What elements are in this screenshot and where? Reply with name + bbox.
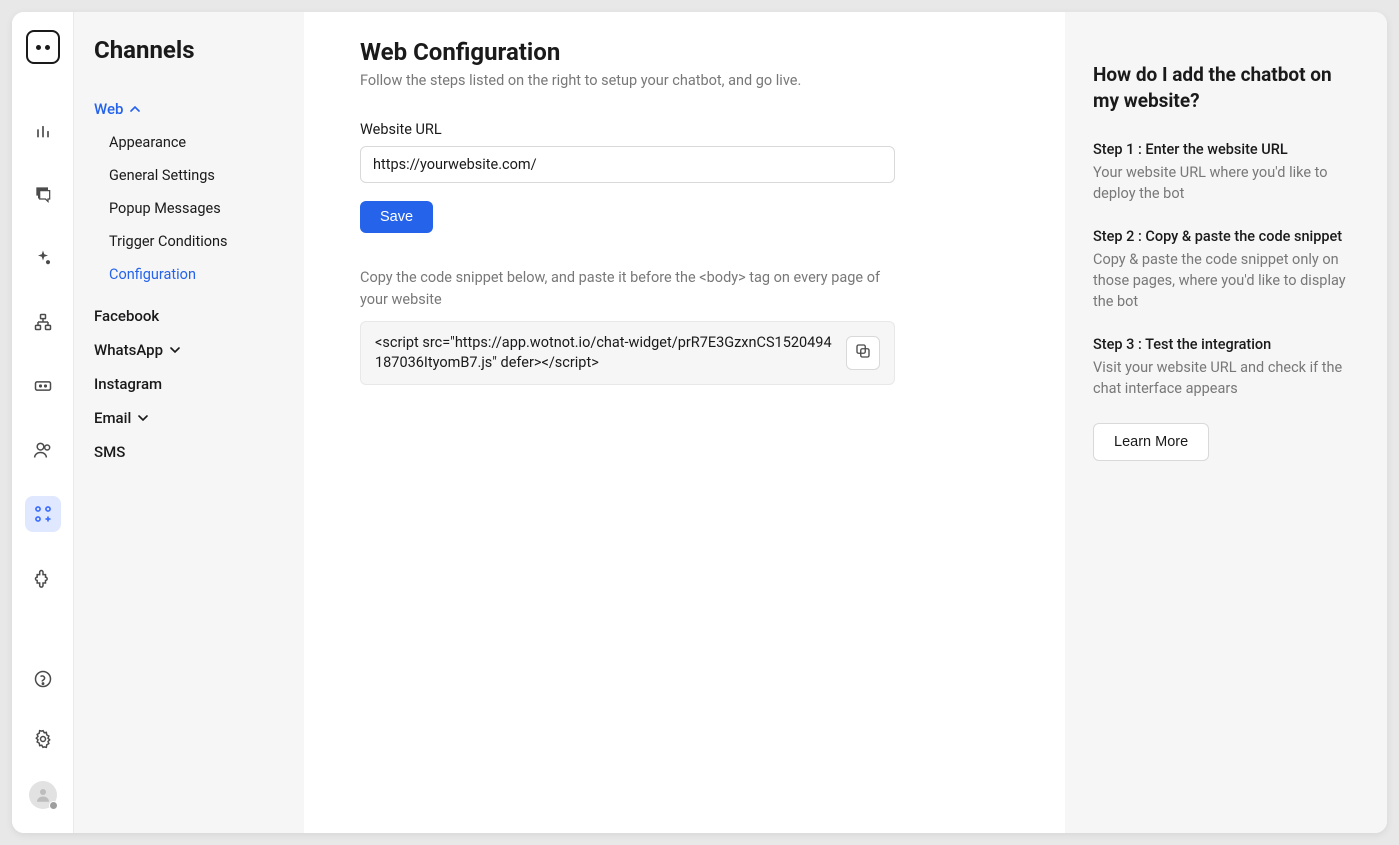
learn-more-button[interactable]: Learn More [1093, 423, 1209, 461]
channel-label: SMS [94, 443, 125, 461]
chevron-down-icon [135, 410, 151, 426]
analytics-icon[interactable] [25, 112, 61, 148]
copy-button[interactable] [846, 336, 880, 370]
channels-sidebar: Channels Web Appearance General Settings… [74, 12, 304, 833]
help-icon[interactable] [25, 661, 61, 697]
user-avatar[interactable] [29, 781, 57, 809]
settings-icon[interactable] [25, 721, 61, 757]
sub-trigger-conditions[interactable]: Trigger Conditions [109, 225, 288, 258]
chevron-down-icon [167, 342, 183, 358]
step-1-desc: Your website URL where you'd like to dep… [1093, 162, 1359, 204]
page-subtitle: Follow the steps listed on the right to … [360, 72, 1009, 89]
sub-appearance[interactable]: Appearance [109, 126, 288, 159]
sparkle-icon[interactable] [25, 240, 61, 276]
web-sub-items: Appearance General Settings Popup Messag… [94, 126, 288, 291]
channel-instagram[interactable]: Instagram [94, 367, 288, 401]
sub-configuration[interactable]: Configuration [109, 258, 288, 291]
puzzle-icon[interactable] [25, 560, 61, 596]
step-2-desc: Copy & paste the code snippet only on th… [1093, 249, 1359, 312]
channel-web[interactable]: Web [94, 92, 288, 126]
app-window: Channels Web Appearance General Settings… [12, 12, 1387, 833]
channel-label: Web [94, 100, 123, 118]
contacts-icon[interactable] [25, 432, 61, 468]
sitemap-icon[interactable] [25, 304, 61, 340]
chevron-up-icon [127, 101, 143, 117]
help-title: How do I add the chatbot on my website? [1093, 62, 1359, 113]
step-2-title: Step 2 : Copy & paste the code snippet [1093, 228, 1359, 245]
snippet-description: Copy the code snippet below, and paste i… [360, 267, 895, 311]
sub-general-settings[interactable]: General Settings [109, 159, 288, 192]
channel-label: Instagram [94, 375, 162, 393]
page-title: Web Configuration [360, 38, 1009, 66]
sidebar-title: Channels [94, 36, 288, 64]
main-content: Web Configuration Follow the steps liste… [304, 12, 1065, 833]
step-3-desc: Visit your website URL and check if the … [1093, 357, 1359, 399]
ticket-icon[interactable] [25, 368, 61, 404]
app-logo[interactable] [26, 30, 60, 64]
channel-email[interactable]: Email [94, 401, 288, 435]
copy-icon [854, 342, 872, 363]
channel-facebook[interactable]: Facebook [94, 299, 288, 333]
icon-rail [12, 12, 74, 833]
code-snippet-text: <script src="https://app.wotnot.io/chat-… [375, 333, 834, 374]
save-button[interactable]: Save [360, 201, 433, 233]
channel-sms[interactable]: SMS [94, 435, 288, 469]
channel-label: WhatsApp [94, 341, 163, 359]
step-3-title: Step 3 : Test the integration [1093, 336, 1359, 353]
website-url-input[interactable] [360, 146, 895, 183]
step-1-title: Step 1 : Enter the website URL [1093, 141, 1359, 158]
channel-whatsapp[interactable]: WhatsApp [94, 333, 288, 367]
channel-label: Facebook [94, 307, 159, 325]
help-panel: How do I add the chatbot on my website? … [1065, 12, 1387, 833]
sub-popup-messages[interactable]: Popup Messages [109, 192, 288, 225]
channels-icon[interactable] [25, 496, 61, 532]
chat-icon[interactable] [25, 176, 61, 212]
channel-label: Email [94, 409, 131, 427]
code-snippet-box: <script src="https://app.wotnot.io/chat-… [360, 321, 895, 386]
url-label: Website URL [360, 121, 1009, 138]
